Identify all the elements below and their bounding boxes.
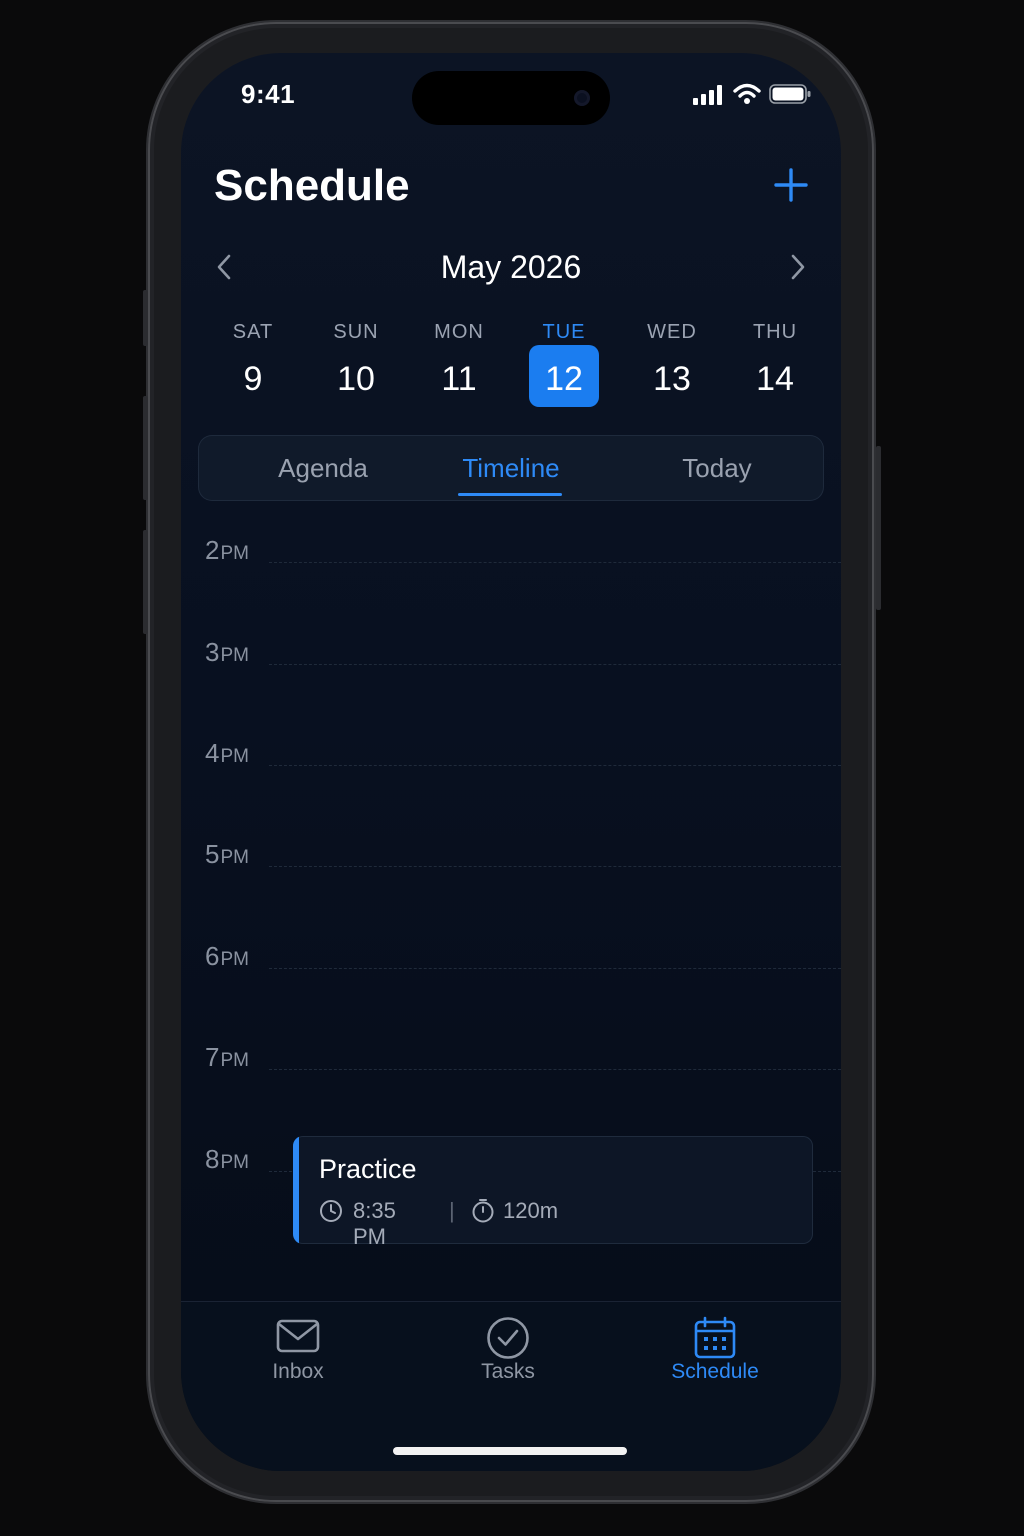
bottom-tab-bar: Inbox Tasks Schedule	[181, 1301, 841, 1471]
hour-period: PM	[220, 949, 249, 970]
hour-row: 7PM	[181, 1042, 841, 1082]
day-number: 14	[756, 360, 794, 398]
active-tab-indicator	[458, 493, 562, 496]
signal-icon	[693, 85, 722, 105]
hour-label: 5PM	[205, 839, 249, 870]
day-of-week: THU	[752, 321, 798, 343]
timeline: 2PM 3PM 4PM 5PM 6PM 7PM 8PM Practice 8:3…	[181, 523, 841, 1283]
hour-label: 7PM	[205, 1042, 249, 1073]
day-tue-selected[interactable]: TUE 12	[512, 321, 616, 407]
hour-gridline	[269, 664, 841, 665]
event-card-practice[interactable]: Practice 8:35 PM | 120m	[293, 1136, 813, 1244]
hour-gridline	[269, 765, 841, 766]
hour-gridline	[269, 968, 841, 969]
action-button	[143, 290, 148, 346]
meta-separator: |	[449, 1198, 455, 1223]
day-number: 12	[545, 360, 583, 398]
hour-period: PM	[220, 746, 249, 767]
dynamic-island	[412, 71, 610, 125]
hour-number: 8	[205, 1144, 220, 1174]
app-screen: 9:41 Schedule May 2026 SAT 9 SUN 10 MON …	[181, 53, 841, 1471]
hour-period: PM	[220, 1050, 249, 1071]
hour-period: PM	[220, 1152, 249, 1173]
status-time: 9:41	[241, 79, 296, 109]
hour-label: 8PM	[205, 1144, 249, 1175]
day-number: 9	[243, 360, 263, 398]
day-number: 11	[441, 360, 477, 398]
day-of-week: SAT	[232, 321, 274, 343]
chevron-right-icon[interactable]	[781, 251, 813, 283]
tab-label: Inbox	[272, 1360, 324, 1383]
tab-inbox[interactable]: Inbox	[218, 1316, 378, 1384]
hour-row: 6PM	[181, 941, 841, 981]
battery-icon	[769, 84, 811, 104]
hour-number: 4	[205, 738, 220, 768]
tab-timeline[interactable]: Timeline	[406, 435, 616, 501]
tab-schedule[interactable]: Schedule	[635, 1316, 795, 1384]
day-of-week: MON	[434, 321, 484, 343]
tab-tasks[interactable]: Tasks	[428, 1316, 588, 1384]
calendar-icon	[694, 1316, 736, 1359]
day-of-week: TUE	[542, 321, 586, 343]
checkmark-circle-icon	[487, 1317, 529, 1359]
power-button	[876, 446, 881, 610]
hour-number: 2	[205, 535, 220, 565]
day-thu[interactable]: THU 14	[723, 321, 827, 399]
hour-number: 7	[205, 1042, 220, 1072]
hour-number: 6	[205, 941, 220, 971]
hour-row: 3PM	[181, 637, 841, 677]
hour-gridline	[269, 562, 841, 563]
hour-label: 6PM	[205, 941, 249, 972]
view-segmented-control: Agenda Timeline Today	[198, 435, 824, 501]
hour-gridline	[269, 866, 841, 867]
tab-label: Tasks	[481, 1360, 535, 1383]
day-sat[interactable]: SAT 9	[201, 321, 305, 399]
hour-period: PM	[220, 645, 249, 666]
day-mon[interactable]: MON 11	[407, 321, 511, 399]
volume-up-button	[143, 396, 148, 500]
camera-icon	[574, 90, 590, 106]
hour-row: 4PM	[181, 738, 841, 778]
hour-period: PM	[220, 847, 249, 868]
event-time: 8:35 PM	[353, 1198, 396, 1244]
hour-row: 5PM	[181, 839, 841, 879]
month-navigator: May 2026	[181, 245, 841, 295]
tab-label: Schedule	[671, 1360, 759, 1383]
envelope-icon	[276, 1319, 320, 1353]
volume-down-button	[143, 530, 148, 634]
event-duration: 120m	[503, 1198, 559, 1223]
home-indicator[interactable]	[393, 1447, 627, 1455]
page-title: Schedule	[214, 161, 410, 210]
month-label: May 2026	[440, 249, 582, 285]
day-number: 10	[337, 360, 375, 398]
day-sun[interactable]: SUN 10	[304, 321, 408, 399]
plus-icon[interactable]	[771, 165, 811, 205]
day-of-week: SUN	[333, 321, 379, 343]
week-strip: SAT 9 SUN 10 MON 11 TUE 12 WED 13 THU 14	[201, 321, 821, 411]
hour-label: 3PM	[205, 637, 249, 668]
event-accent-bar	[293, 1136, 299, 1244]
wifi-icon	[733, 83, 761, 104]
hour-label: 4PM	[205, 738, 249, 769]
hour-number: 3	[205, 637, 220, 667]
day-number: 13	[653, 360, 691, 398]
event-title: Practice	[319, 1154, 417, 1184]
clock-icon	[320, 1200, 342, 1222]
stopwatch-icon	[472, 1199, 494, 1223]
day-wed[interactable]: WED 13	[620, 321, 724, 399]
tab-today[interactable]: Today	[612, 435, 822, 501]
day-of-week: WED	[647, 321, 697, 343]
tab-agenda[interactable]: Agenda	[218, 435, 428, 501]
hour-gridline	[269, 1069, 841, 1070]
hour-period: PM	[220, 543, 249, 564]
hour-number: 5	[205, 839, 220, 869]
hour-label: 2PM	[205, 535, 249, 566]
hour-row: 2PM	[181, 535, 841, 575]
